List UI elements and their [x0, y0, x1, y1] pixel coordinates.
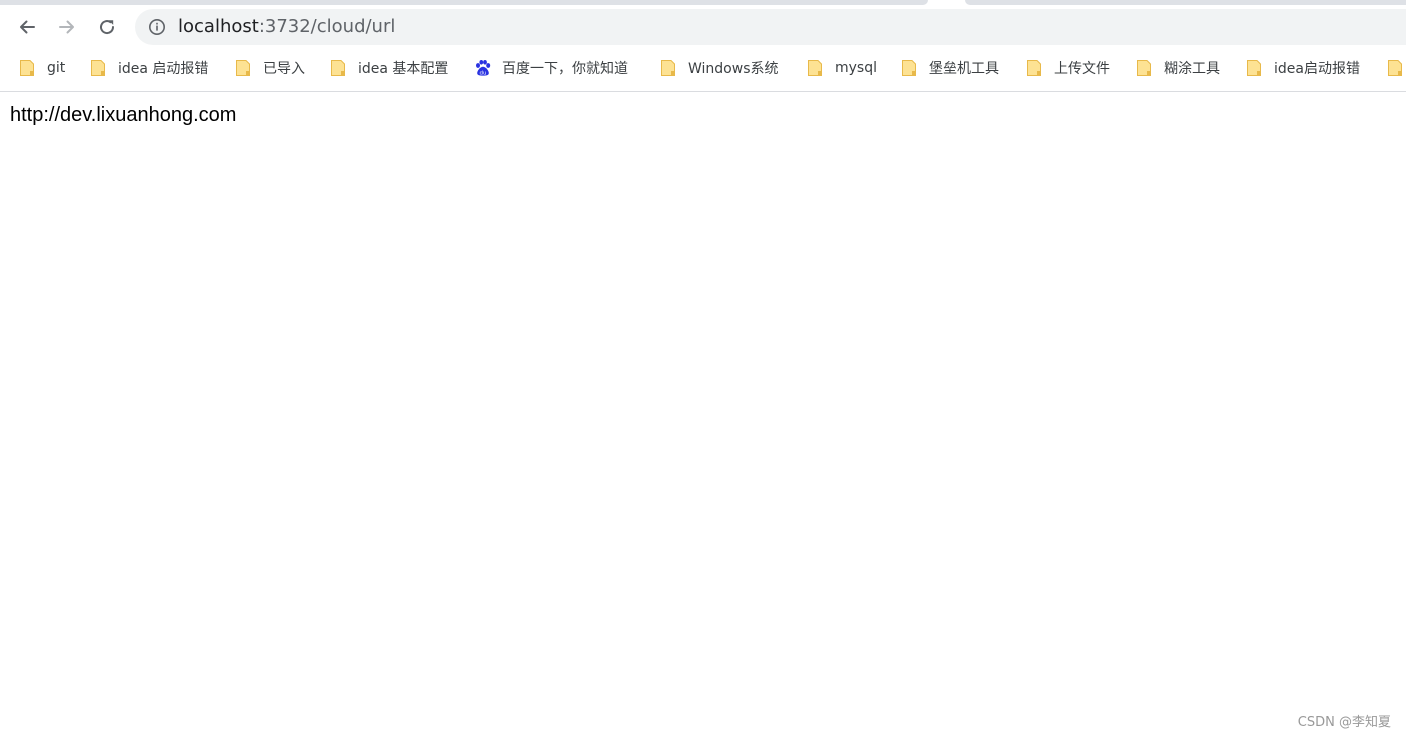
bookmark-idea-basic-config[interactable]: idea 基本配置 — [330, 56, 448, 80]
bookmark-label: idea启动报错 — [1274, 61, 1360, 77]
csdn-watermark: CSDN @李知夏 — [1297, 715, 1391, 730]
bookmark-label: idea 启动报错 — [118, 61, 209, 77]
bookmark-label: mysql — [835, 60, 877, 76]
bookmark-label: git — [47, 60, 66, 76]
url-text[interactable]: localhost:3732/cloud/url — [178, 16, 395, 38]
browser-chrome: localhost:3732/cloud/url git idea 启动报错 已… — [0, 0, 1406, 92]
folder-icon — [331, 60, 345, 76]
info-icon[interactable] — [148, 18, 166, 36]
arrow-left-icon — [20, 20, 35, 34]
bookmark-overflow-folder[interactable] — [1387, 56, 1406, 80]
folder-icon — [808, 60, 822, 76]
bookmark-label: Windows系统 — [688, 61, 779, 77]
bookmark-mysql[interactable]: mysql — [807, 56, 877, 80]
inactive-tab-right[interactable] — [965, 0, 1406, 5]
bookmark-idea-startup-error[interactable]: idea 启动报错 — [90, 56, 208, 80]
folder-icon — [91, 60, 105, 76]
bookmark-label: 堡垒机工具 — [929, 61, 999, 77]
folder-icon — [661, 60, 675, 76]
inactive-tab-left[interactable] — [0, 0, 928, 5]
folder-icon — [1247, 60, 1261, 76]
tab-strip — [0, 0, 1406, 5]
bookmarks-bar: git idea 启动报错 已导入 idea 基本配置 du 百度一下，你就知道 — [0, 52, 1406, 84]
url-path: :3732/cloud/url — [258, 16, 396, 37]
bookmark-windows-system[interactable]: Windows系统 — [660, 56, 779, 80]
bookmark-label: 糊涂工具 — [1164, 61, 1220, 77]
bookmark-hutool[interactable]: 糊涂工具 — [1136, 56, 1220, 80]
bookmark-label: 百度一下，你就知道 — [502, 61, 628, 77]
folder-icon — [902, 60, 916, 76]
bookmark-git[interactable]: git — [19, 56, 65, 80]
svg-text:du: du — [480, 70, 487, 76]
baidu-paw-icon: du — [476, 60, 491, 76]
address-bar[interactable]: localhost:3732/cloud/url — [135, 9, 1406, 45]
arrow-right-icon — [59, 20, 74, 34]
folder-icon — [236, 60, 250, 76]
folder-icon — [20, 60, 34, 76]
page-body-text: http://dev.lixuanhong.com — [10, 104, 237, 126]
bookmark-label: 已导入 — [263, 61, 305, 77]
bookmark-baidu[interactable]: du 百度一下，你就知道 — [474, 56, 628, 80]
folder-icon — [1027, 60, 1041, 76]
url-host: localhost — [178, 16, 259, 37]
reload-icon — [100, 20, 115, 35]
back-button[interactable] — [12, 12, 42, 42]
forward-button[interactable] — [52, 12, 82, 42]
bookmark-imported[interactable]: 已导入 — [235, 56, 305, 80]
bookmark-label: idea 基本配置 — [358, 61, 449, 77]
reload-button[interactable] — [92, 12, 122, 42]
bookmark-bastion-tools[interactable]: 堡垒机工具 — [901, 56, 999, 80]
bookmark-upload-file[interactable]: 上传文件 — [1026, 56, 1110, 80]
folder-icon — [1388, 60, 1402, 76]
bookmark-label: 上传文件 — [1054, 61, 1110, 77]
bookmark-idea-startup-error-2[interactable]: idea启动报错 — [1246, 56, 1360, 80]
folder-icon — [1137, 60, 1151, 76]
